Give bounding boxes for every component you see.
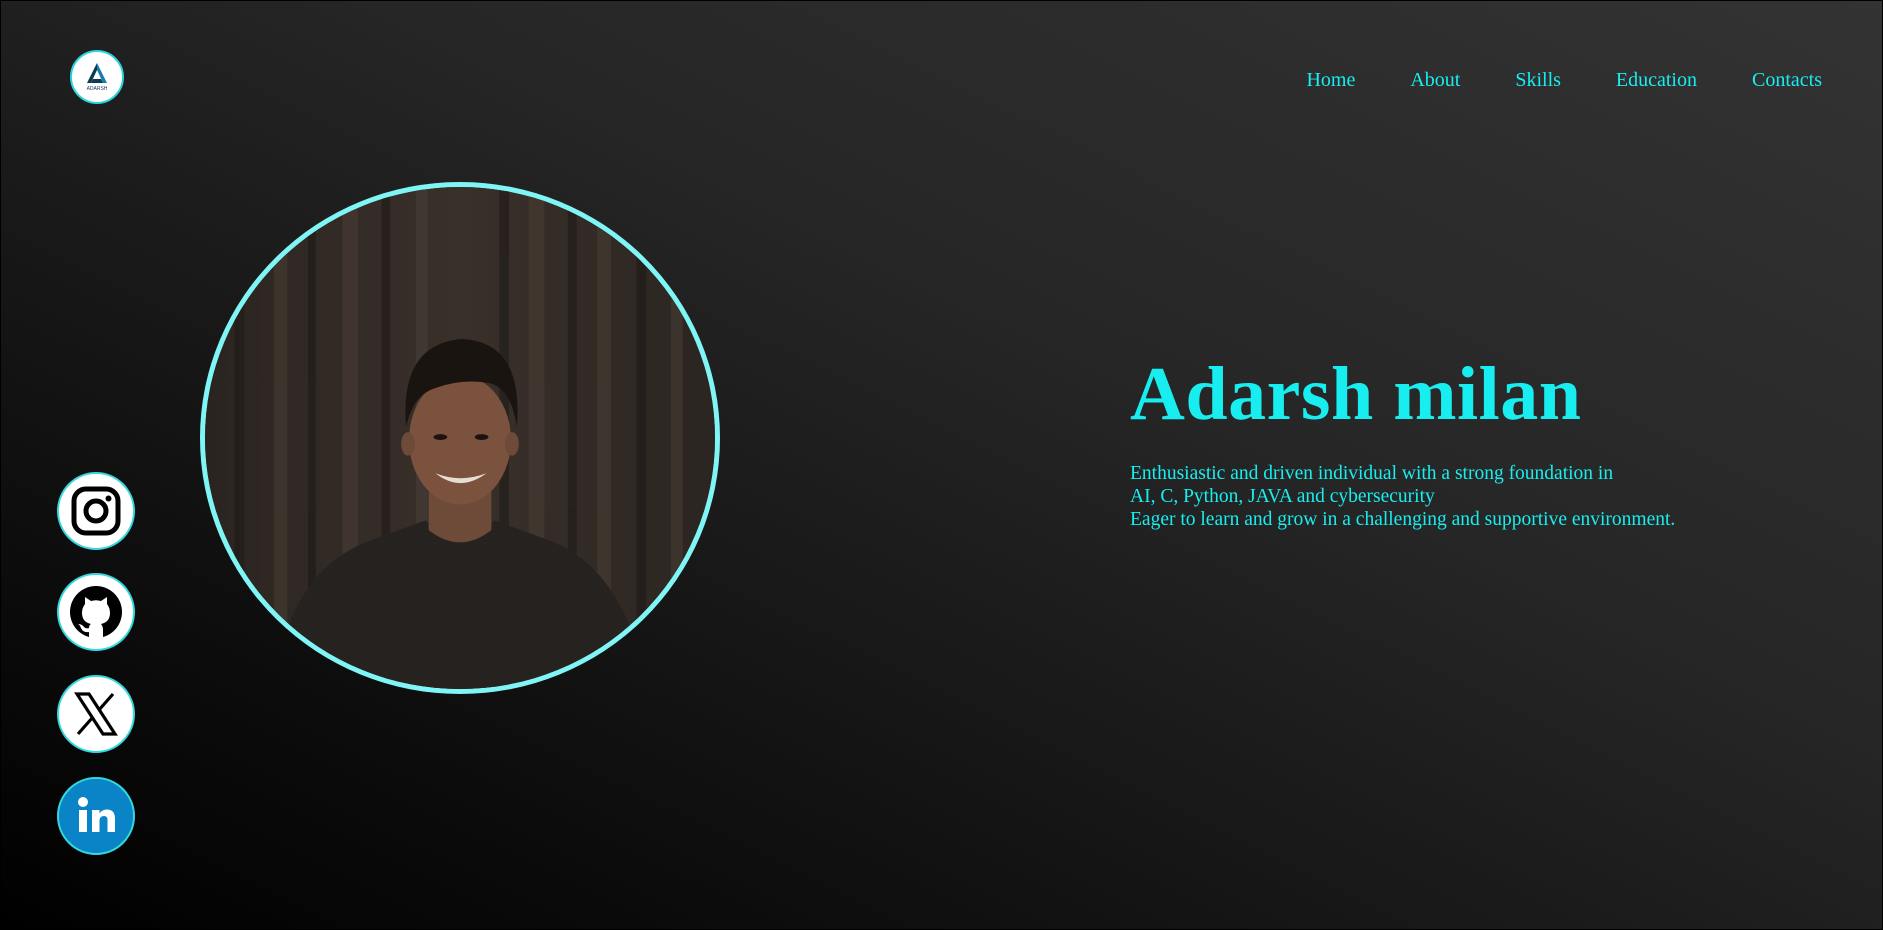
github-icon	[70, 586, 122, 638]
linkedin-link[interactable]	[57, 777, 135, 855]
nav-about[interactable]: About	[1410, 68, 1460, 92]
profile-photo	[200, 182, 720, 694]
brand-logo[interactable]: ADARSH	[70, 50, 124, 104]
brand-logo-icon: ADARSH	[87, 63, 108, 92]
instagram-icon	[71, 486, 121, 536]
linkedin-icon	[78, 797, 115, 832]
github-link[interactable]	[57, 573, 135, 651]
main-nav: Home About Skills Education Contacts	[1251, 68, 1822, 92]
hero-description: Enthusiastic and driven individual with …	[1130, 462, 1675, 531]
nav-skills[interactable]: Skills	[1515, 68, 1561, 92]
nav-home[interactable]: Home	[1306, 68, 1355, 92]
hero-section: Adarsh milan Enthusiastic and driven ind…	[1130, 350, 1675, 531]
x-twitter-icon	[74, 692, 118, 736]
x-twitter-link[interactable]	[57, 675, 135, 753]
hero-description-line: AI, C, Python, JAVA and cybersecurity	[1130, 486, 1435, 507]
logo-text: ADARSH	[87, 86, 108, 92]
nav-education[interactable]: Education	[1616, 68, 1697, 92]
hero-name: Adarsh milan	[1130, 352, 1582, 436]
instagram-link[interactable]	[57, 472, 135, 550]
hero-description-line: Eager to learn and grow in a challenging…	[1130, 509, 1676, 530]
nav-contacts[interactable]: Contacts	[1752, 68, 1822, 92]
hero-description-line: Enthusiastic and driven individual with …	[1130, 463, 1614, 484]
